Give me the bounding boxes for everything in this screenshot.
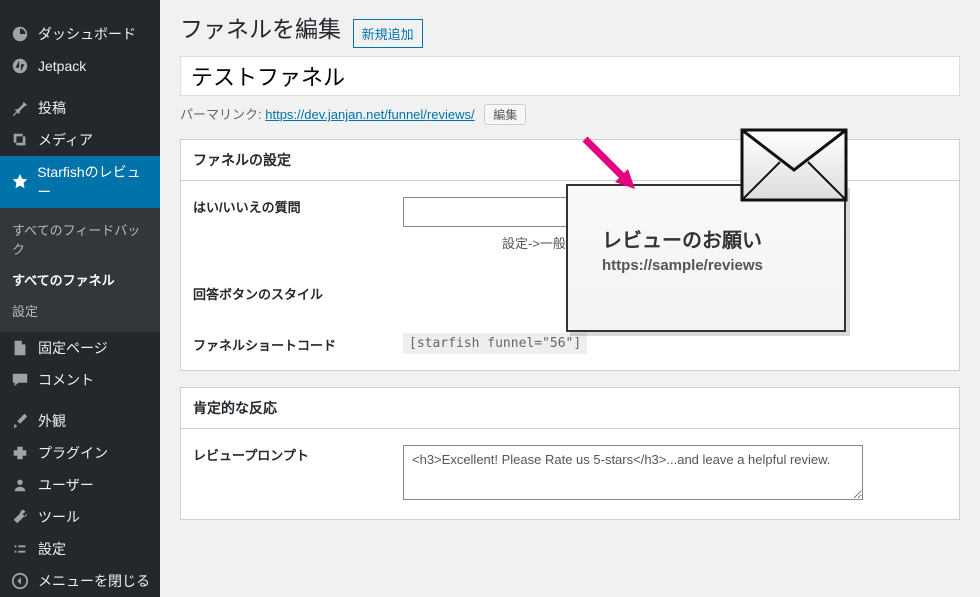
sidebar-item-label: Starfishのレビュー: [37, 162, 150, 202]
sidebar-item-pages[interactable]: 固定ページ: [0, 332, 160, 364]
sidebar-item-starfish[interactable]: Starfishのレビュー: [0, 156, 160, 208]
annotation-url: https://sample/reviews: [568, 257, 844, 274]
sidebar-item-label: ツール: [38, 507, 80, 527]
admin-sidebar: ダッシュボード Jetpack 投稿 メディア Starfishのレビュー すべ…: [0, 0, 160, 597]
button-style-label: 回答ボタンのスタイル: [193, 284, 403, 303]
settings-icon: [10, 539, 30, 559]
review-prompt-textarea[interactable]: [403, 445, 863, 500]
sidebar-item-label: 固定ページ: [38, 338, 108, 358]
main-content: ファネルを編集 新規追加 パーマリンク: https://dev.janjan.…: [160, 0, 980, 597]
star-icon: [10, 172, 29, 192]
yesno-question-label: はい/いいえの質問: [193, 197, 403, 216]
plugin-icon: [10, 443, 30, 463]
permalink-row: パーマリンク: https://dev.janjan.net/funnel/re…: [180, 104, 960, 125]
metabox-header: 肯定的な反応: [181, 388, 959, 429]
sidebar-item-feedback[interactable]: すべてのフィードバック: [0, 214, 160, 264]
sidebar-item-posts[interactable]: 投稿: [0, 92, 160, 124]
sidebar-item-users[interactable]: ユーザー: [0, 469, 160, 501]
wrench-icon: [10, 507, 30, 527]
sidebar-item-label: メディア: [38, 130, 93, 150]
page-title: ファネルを編集: [180, 16, 341, 42]
jetpack-icon: [10, 56, 30, 76]
sidebar-item-label: メニューを閉じる: [38, 571, 150, 591]
pin-icon: [10, 98, 30, 118]
collapse-icon: [10, 571, 30, 591]
post-title-input[interactable]: [180, 56, 960, 96]
sidebar-item-label: ダッシュボード: [38, 24, 136, 44]
sidebar-item-collapse[interactable]: メニューを閉じる: [0, 565, 160, 597]
users-icon: [10, 475, 30, 495]
sidebar-item-tools[interactable]: ツール: [0, 501, 160, 533]
sidebar-item-funnels[interactable]: すべてのファネル: [0, 264, 160, 295]
sidebar-submenu: すべてのフィードバック すべてのファネル 設定: [0, 208, 160, 332]
permalink-url[interactable]: https://dev.janjan.net/funnel/reviews/: [265, 107, 474, 122]
sidebar-item-settings[interactable]: 設定: [0, 533, 160, 565]
shortcode-label: ファネルショートコード: [193, 335, 403, 354]
dashboard-icon: [10, 24, 30, 44]
sidebar-item-media[interactable]: メディア: [0, 124, 160, 156]
sidebar-item-label: コメント: [38, 370, 94, 390]
positive-response-box: 肯定的な反応 レビュープロンプト: [180, 387, 960, 520]
sidebar-item-label: 投稿: [38, 98, 66, 118]
sidebar-item-plugins[interactable]: プラグイン: [0, 437, 160, 469]
permalink-label: パーマリンク:: [180, 107, 262, 122]
sidebar-item-label: 設定: [38, 539, 66, 559]
envelope-icon: [740, 128, 848, 202]
page-icon: [10, 338, 30, 358]
media-icon: [10, 130, 30, 150]
comment-icon: [10, 370, 30, 390]
sidebar-item-label: ユーザー: [38, 475, 94, 495]
add-new-button[interactable]: 新規追加: [353, 19, 423, 48]
sidebar-item-appearance[interactable]: 外観: [0, 405, 160, 437]
sidebar-item-label: Jetpack: [38, 58, 86, 74]
sidebar-item-jetpack[interactable]: Jetpack: [0, 50, 160, 82]
sidebar-item-comments[interactable]: コメント: [0, 364, 160, 396]
shortcode-value: [starfish funnel="56"]: [403, 333, 587, 354]
sidebar-item-settings-sub[interactable]: 設定: [0, 295, 160, 326]
sidebar-item-label: 外観: [38, 411, 66, 431]
annotation-card: レビューのお願い https://sample/reviews: [566, 184, 846, 332]
sidebar-item-dashboard[interactable]: ダッシュボード: [0, 18, 160, 50]
sidebar-item-label: プラグイン: [38, 443, 108, 463]
review-prompt-label: レビュープロンプト: [193, 445, 403, 464]
brush-icon: [10, 411, 30, 431]
permalink-edit-button[interactable]: 編集: [484, 104, 526, 125]
